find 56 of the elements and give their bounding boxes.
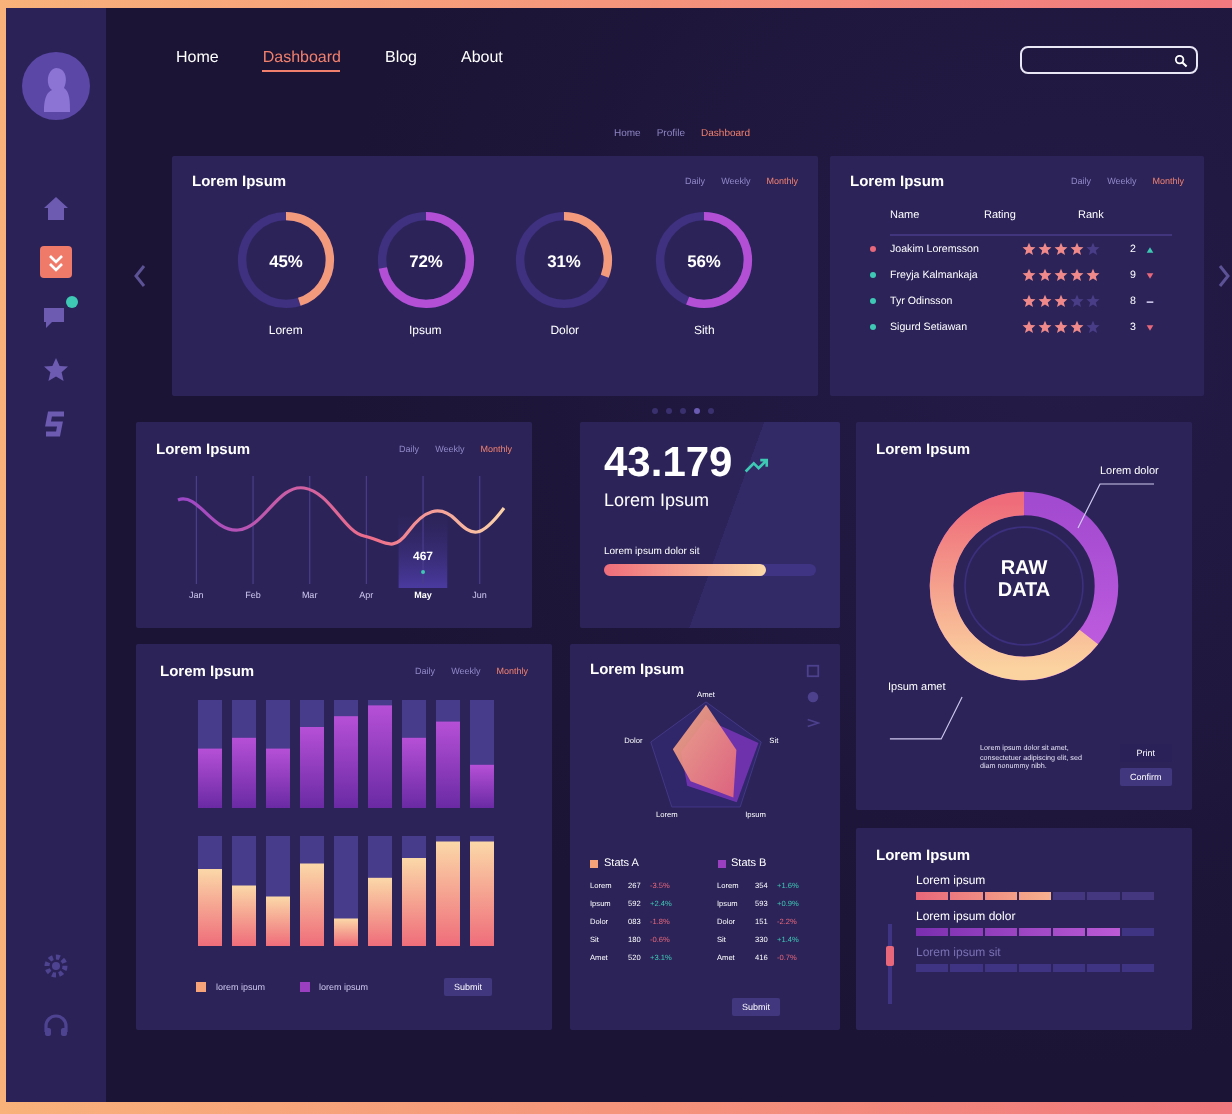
nav-link[interactable]: Blog (384, 48, 417, 72)
headphones-icon (42, 1012, 70, 1040)
bar (232, 836, 256, 946)
circle-icon[interactable] (806, 690, 820, 704)
donut-center-label: RAW DATA (995, 558, 1053, 602)
down-arrow-icon (1146, 271, 1154, 279)
bar (300, 700, 324, 808)
bar (232, 700, 256, 808)
home-icon (42, 194, 70, 222)
bar (368, 836, 392, 946)
total-value: 43.179 (604, 442, 733, 486)
bar (266, 700, 290, 808)
nav-link[interactable]: Dashboard (262, 48, 341, 72)
down-arrow-icon (1146, 323, 1154, 331)
share-icon[interactable] (806, 716, 820, 730)
bar (266, 836, 290, 946)
total-label: Lorem Ipsum (604, 490, 712, 510)
avatar-icon[interactable] (22, 52, 90, 120)
bar (436, 836, 460, 946)
square-icon[interactable] (806, 664, 820, 678)
page-dot[interactable] (707, 407, 713, 413)
logo-icon (42, 410, 70, 438)
settings-icon (42, 952, 70, 980)
bar (470, 700, 494, 808)
chat-icon (42, 302, 70, 330)
meter-reading: 56% (687, 250, 722, 271)
bar (300, 836, 324, 946)
bar (198, 836, 222, 946)
slider-handle[interactable] (886, 945, 894, 965)
up-arrow-icon (1146, 245, 1154, 253)
meter-reading: 45% (268, 250, 303, 271)
sidebar-item[interactable] (40, 300, 72, 332)
dash-icon (1146, 297, 1154, 305)
page-dot[interactable] (679, 407, 685, 413)
star-icon (42, 356, 70, 384)
search-icon (1174, 53, 1188, 67)
radar-area (671, 704, 736, 798)
meter-reading: 72% (408, 250, 443, 271)
bar (402, 836, 426, 946)
search-field[interactable] (1020, 46, 1198, 74)
page-dot[interactable] (665, 407, 671, 413)
page-dot[interactable] (693, 407, 699, 413)
trend-up-icon (744, 455, 771, 473)
bar (334, 700, 358, 808)
bar (198, 700, 222, 808)
bar (334, 836, 358, 946)
bar (368, 700, 392, 808)
leader-line (1076, 482, 1156, 530)
bar (402, 700, 426, 808)
bar (470, 836, 494, 946)
nav-link[interactable]: About (461, 48, 503, 72)
page-dot[interactable] (651, 407, 657, 413)
bar (436, 700, 460, 808)
nav-link[interactable]: Home (176, 48, 219, 72)
meter-reading: 31% (547, 250, 582, 271)
leader-line (888, 694, 964, 742)
